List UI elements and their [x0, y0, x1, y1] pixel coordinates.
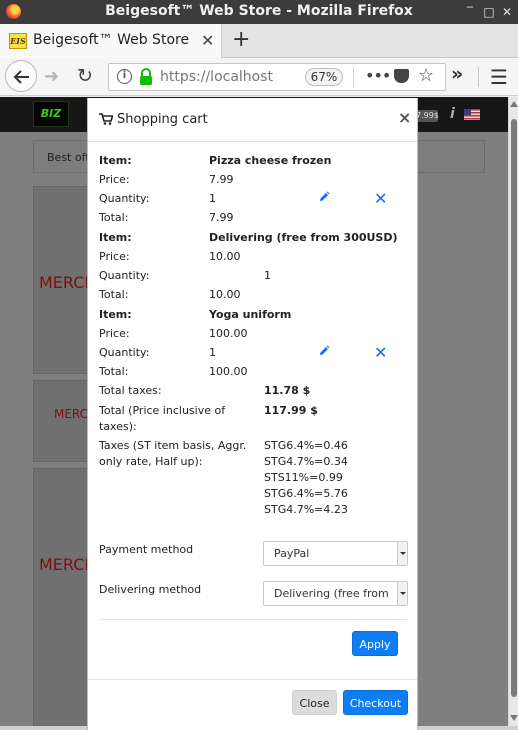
item-total: 100.00 — [209, 365, 248, 378]
new-tab-icon[interactable]: + — [232, 28, 250, 52]
shopping-cart-icon — [99, 113, 113, 125]
info-icon[interactable]: i — [450, 106, 455, 122]
payment-method-label: Payment method — [99, 543, 194, 556]
dropdown-arrow-icon[interactable] — [397, 582, 407, 605]
store-favicon-icon: EIS — [9, 33, 27, 49]
scroll-down-icon[interactable] — [510, 715, 518, 721]
item-price: 100.00 — [209, 327, 248, 340]
shopping-cart-modal: Shopping cart × Item: Pizza cheese froze… — [87, 98, 418, 730]
tab-close-icon[interactable]: ✕ — [201, 31, 214, 50]
overflow-chevron-icon[interactable]: » — [451, 63, 463, 85]
divider — [99, 619, 407, 620]
tax-line: STG6.4%=0.46 — [264, 439, 348, 452]
modal-close-icon[interactable]: × — [398, 108, 411, 127]
hamburger-menu-icon[interactable]: ☰ — [490, 65, 508, 89]
scrollbar-thumb[interactable] — [511, 119, 517, 697]
us-flag-icon[interactable] — [464, 109, 480, 120]
item-quantity: 1 — [264, 269, 271, 282]
dropdown-arrow-icon[interactable] — [397, 542, 407, 565]
edit-quantity-pencil-icon[interactable] — [318, 191, 330, 203]
tab-bar: EIS Beigesoft™ Web Store ✕ + — [0, 24, 518, 58]
price-label: Price: — [99, 250, 130, 263]
back-button[interactable] — [5, 60, 37, 92]
payment-method-select[interactable]: PayPal — [263, 541, 408, 566]
pocket-icon[interactable] — [394, 69, 409, 83]
tax-line: STG4.7%=4.23 — [264, 503, 348, 516]
modal-footer-divider — [88, 679, 417, 680]
navigation-bar: ➜ ↻ i https://localhost 67% ••• ☆ » ☰ — [0, 58, 518, 96]
item-name: Delivering (free from 300USD) — [209, 231, 398, 244]
item-total: 7.99 — [209, 211, 234, 224]
total-taxes-label: Total taxes: — [99, 384, 162, 397]
bookmark-star-icon[interactable]: ☆ — [418, 65, 434, 86]
quantity-label: Quantity: — [99, 269, 150, 282]
modal-title: Shopping cart — [117, 112, 208, 127]
back-arrow-icon — [13, 70, 29, 84]
site-info-icon[interactable]: i — [117, 69, 132, 84]
page-scrollbar[interactable] — [508, 97, 518, 730]
total-label: Total: — [99, 288, 129, 301]
total-taxes-value: 11.78 $ — [264, 384, 311, 397]
taxes-breakdown-label: only rate, Half up): — [99, 455, 203, 468]
item-label: Item: — [99, 308, 132, 321]
delivering-method-value: Delivering (free from 300USD) — [274, 587, 389, 600]
price-label: Price: — [99, 173, 130, 186]
item-name: Pizza cheese frozen — [209, 154, 332, 167]
taxes-breakdown-label: Taxes (ST item basis, Aggr. — [99, 439, 247, 452]
maximize-icon[interactable]: □ — [482, 5, 496, 19]
minimize-icon[interactable]: ‾ — [463, 5, 477, 19]
forward-icon[interactable]: ➜ — [44, 66, 59, 87]
item-label: Item: — [99, 154, 132, 167]
delivering-method-select[interactable]: Delivering (free from 300USD) — [263, 581, 408, 606]
tab-title: Beigesoft™ Web Store — [33, 32, 190, 48]
url-bar[interactable]: i https://localhost 67% ••• ☆ — [108, 63, 446, 91]
apply-button[interactable]: Apply — [352, 631, 398, 656]
item-total: 10.00 — [209, 288, 241, 301]
total-label: Total: — [99, 365, 129, 378]
lock-icon — [140, 68, 152, 85]
checkout-button[interactable]: Checkout — [343, 690, 408, 715]
total-inclusive-value: 117.99 $ — [264, 404, 318, 417]
quantity-label: Quantity: — [99, 192, 150, 205]
price-label: Price: — [99, 327, 130, 340]
zoom-level-badge[interactable]: 67% — [305, 68, 343, 86]
scroll-up-icon[interactable] — [510, 101, 518, 107]
total-inclusive-label: taxes): — [99, 420, 137, 433]
delete-item-icon[interactable]: ✕ — [374, 345, 387, 361]
product-card[interactable]: MERCHANDISE — [33, 468, 157, 730]
quantity-label: Quantity: — [99, 346, 150, 359]
page-actions-icon[interactable]: ••• — [365, 66, 391, 85]
product-card[interactable]: MERCHANDISE — [33, 380, 142, 462]
item-quantity: 1 — [209, 192, 216, 205]
tax-line: STG6.4%=5.76 — [264, 487, 348, 500]
delivering-method-label: Delivering method — [99, 583, 202, 596]
item-label: Item: — [99, 231, 132, 244]
toolbar-separator — [478, 67, 479, 87]
close-window-icon[interactable]: ✕ — [500, 5, 514, 19]
close-button[interactable]: Close — [292, 690, 337, 715]
window-title: Beigesoft™ Web Store - Mozilla Firefox — [105, 3, 413, 19]
delete-item-icon[interactable]: ✕ — [374, 191, 387, 207]
product-card[interactable]: MERCHANDISE — [33, 186, 157, 374]
total-inclusive-label: Total (Price inclusive of — [99, 404, 226, 417]
item-price: 10.00 — [209, 250, 241, 263]
edit-quantity-pencil-icon[interactable] — [318, 345, 330, 357]
reload-icon[interactable]: ↻ — [77, 65, 93, 87]
item-name: Yoga uniform — [209, 308, 292, 321]
total-label: Total: — [99, 211, 129, 224]
tab-web-store[interactable]: EIS Beigesoft™ Web Store ✕ — [0, 24, 222, 58]
item-price: 7.99 — [209, 173, 234, 186]
tax-line: STG4.7%=0.34 — [264, 455, 348, 468]
site-logo[interactable]: BIZ — [33, 101, 69, 127]
url-separator — [353, 67, 354, 87]
item-quantity: 1 — [209, 346, 216, 359]
header-cart-price[interactable]: 7.99$ — [416, 110, 439, 122]
tax-line: STS11%=0.99 — [264, 471, 343, 484]
payment-method-value: PayPal — [274, 547, 310, 560]
url-text[interactable]: https://localhost — [160, 69, 295, 85]
modal-header: Shopping cart × — [88, 98, 417, 142]
window-titlebar: Beigesoft™ Web Store - Mozilla Firefox ‾… — [0, 0, 518, 24]
